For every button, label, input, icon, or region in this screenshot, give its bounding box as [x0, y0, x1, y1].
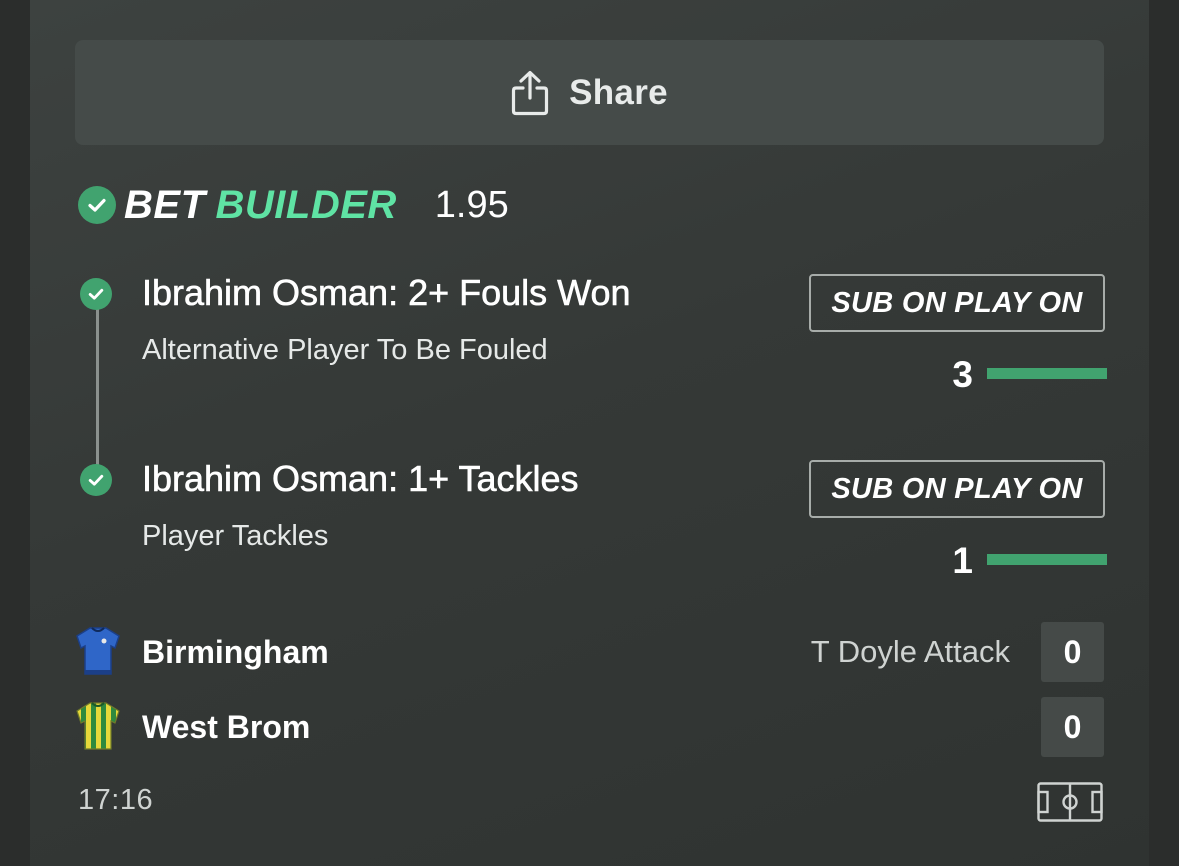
leg-subtitle: Player Tackles — [142, 520, 329, 552]
progress-bar — [987, 368, 1107, 379]
green-yellow-striped-jersey-icon — [76, 702, 120, 750]
bet-card: Share BET BUILDER 1.95 Ibrahim Osman: 2+… — [30, 0, 1149, 866]
score-home: 0 — [1041, 622, 1104, 682]
progress-count: 1 — [952, 540, 973, 581]
share-label: Share — [569, 72, 668, 112]
check-icon — [80, 278, 112, 310]
progress-bar — [987, 554, 1107, 565]
bet-builder-logo-bet: BET — [124, 182, 206, 227]
team-row-away: West Brom 0 — [75, 697, 1104, 757]
check-icon — [80, 464, 112, 496]
team-name: West Brom — [142, 709, 311, 745]
leg-title: Ibrahim Osman: 1+ Tackles — [142, 458, 579, 500]
share-icon — [512, 70, 549, 115]
score-away: 0 — [1041, 697, 1104, 757]
bet-leg: Ibrahim Osman: 2+ Fouls Won Alternative … — [78, 268, 1107, 408]
match-time: 17:16 — [78, 784, 154, 816]
bet-odds: 1.95 — [434, 183, 509, 226]
progress-count: 3 — [952, 354, 973, 395]
leg-title: Ibrahim Osman: 2+ Fouls Won — [142, 272, 631, 314]
sub-on-play-on-badge: SUB ON PLAY ON — [809, 460, 1105, 518]
pitch-icon[interactable] — [1037, 782, 1103, 822]
team-row-home: Birmingham T Doyle Attack 0 — [75, 622, 1104, 682]
bet-builder-logo-builder: BUILDER — [215, 182, 397, 227]
check-icon — [78, 186, 116, 224]
bet-leg: Ibrahim Osman: 1+ Tackles Player Tackles… — [78, 454, 1107, 594]
live-event-text: T Doyle Attack — [810, 634, 1010, 669]
blue-jersey-icon — [76, 627, 120, 675]
leg-subtitle: Alternative Player To Be Fouled — [142, 334, 548, 366]
sub-on-play-on-badge: SUB ON PLAY ON — [809, 274, 1105, 332]
team-name: Birmingham — [142, 634, 329, 670]
share-button[interactable]: Share — [75, 40, 1104, 145]
bet-builder-header: BET BUILDER 1.95 — [78, 180, 509, 230]
